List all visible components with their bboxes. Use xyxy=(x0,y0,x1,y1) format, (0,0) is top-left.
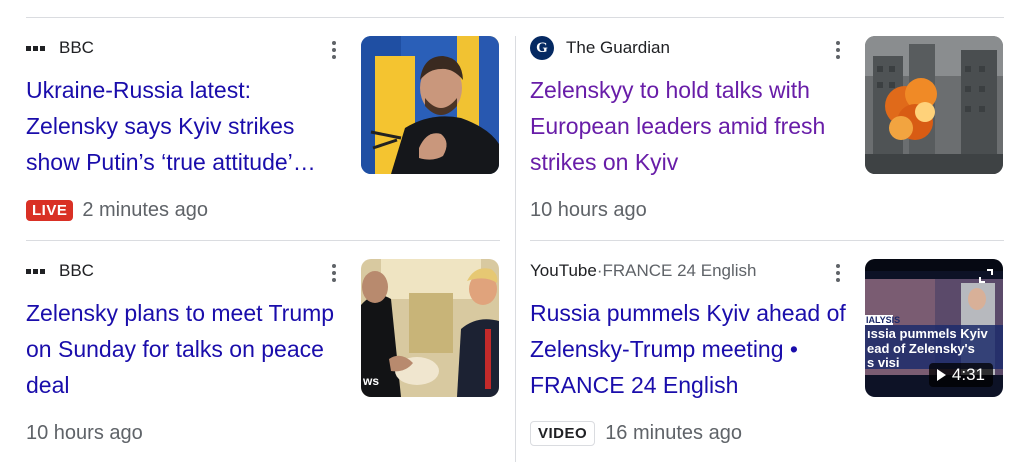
more-options-icon[interactable] xyxy=(328,37,340,63)
source-name: BBC xyxy=(59,38,94,57)
thumb-caption: ws xyxy=(362,374,379,388)
row-divider-left xyxy=(26,240,500,241)
timestamp: 10 hours ago xyxy=(26,421,143,444)
play-icon xyxy=(936,369,946,381)
video-duration-badge: 4:31 xyxy=(928,363,993,387)
video-overlay-line1: ıssia pummels Kyiv xyxy=(867,326,988,341)
thumbnail-image[interactable]: ws xyxy=(361,259,499,397)
source-row: G The Guardian xyxy=(530,36,670,60)
video-duration: 4:31 xyxy=(951,365,985,384)
source-row: BBC xyxy=(26,259,94,283)
news-card[interactable]: BBC Zelensky plans to meet Trump on Sund… xyxy=(26,259,500,459)
video-badge: VIDEO xyxy=(530,420,596,446)
fullscreen-icon[interactable] xyxy=(979,269,993,283)
guardian-logo-icon: G xyxy=(530,36,554,60)
news-card[interactable]: YouTube · FRANCE 24 English Russia pumme… xyxy=(530,259,1004,459)
timestamp: 2 minutes ago xyxy=(82,198,208,221)
video-overlay-line2: ead of Zelensky's xyxy=(867,341,975,356)
bbc-logo-icon xyxy=(26,45,45,51)
source-name: YouTube xyxy=(530,261,597,280)
thumbnail-image[interactable] xyxy=(865,36,1003,174)
explosion-photo-icon xyxy=(865,36,1003,174)
more-options-icon[interactable] xyxy=(832,260,844,286)
timestamp: 10 hours ago xyxy=(530,198,647,221)
more-options-icon[interactable] xyxy=(328,260,340,286)
headline-link[interactable]: Ukraine-Russia latest: Zelensky says Kyi… xyxy=(26,72,344,180)
column-divider xyxy=(515,36,516,462)
news-card[interactable]: G The Guardian Zelenskyy to hold talks w… xyxy=(530,36,1004,236)
meta-row: 10 hours ago xyxy=(26,421,143,445)
source-name: BBC xyxy=(59,261,94,280)
meta-row: 10 hours ago xyxy=(530,198,647,222)
source-row: YouTube · FRANCE 24 English xyxy=(530,259,757,283)
row-divider-right xyxy=(530,240,1004,241)
news-card[interactable]: BBC Ukraine-Russia latest: Zelensky says… xyxy=(26,36,500,236)
source-row: BBC xyxy=(26,36,94,60)
video-overlay-line3: s visi xyxy=(867,355,900,370)
meta-row: VIDEO 16 minutes ago xyxy=(530,420,742,446)
timestamp: 16 minutes ago xyxy=(605,421,742,444)
more-options-icon[interactable] xyxy=(832,37,844,63)
channel-name: FRANCE 24 English xyxy=(602,261,757,280)
zelensky-photo-icon xyxy=(361,36,499,174)
headline-link[interactable]: Zelensky plans to meet Trump on Sunday f… xyxy=(26,295,344,403)
headline-link[interactable]: Russia pummels Kyiv ahead of Zelensky-Tr… xyxy=(530,295,848,403)
thumbnail-image[interactable] xyxy=(361,36,499,174)
meeting-photo-icon: ws xyxy=(361,259,499,397)
video-thumbnail[interactable]: IALYSIS ıssia pummels Kyiv ead of Zelens… xyxy=(865,259,1003,397)
meta-row: LIVE 2 minutes ago xyxy=(26,198,208,222)
bbc-logo-icon xyxy=(26,268,45,274)
video-overlay-tag: IALYSIS xyxy=(866,315,900,325)
top-divider xyxy=(26,17,1004,18)
source-name: The Guardian xyxy=(566,38,670,57)
headline-link[interactable]: Zelenskyy to hold talks with European le… xyxy=(530,72,848,180)
live-badge: LIVE xyxy=(26,199,74,221)
